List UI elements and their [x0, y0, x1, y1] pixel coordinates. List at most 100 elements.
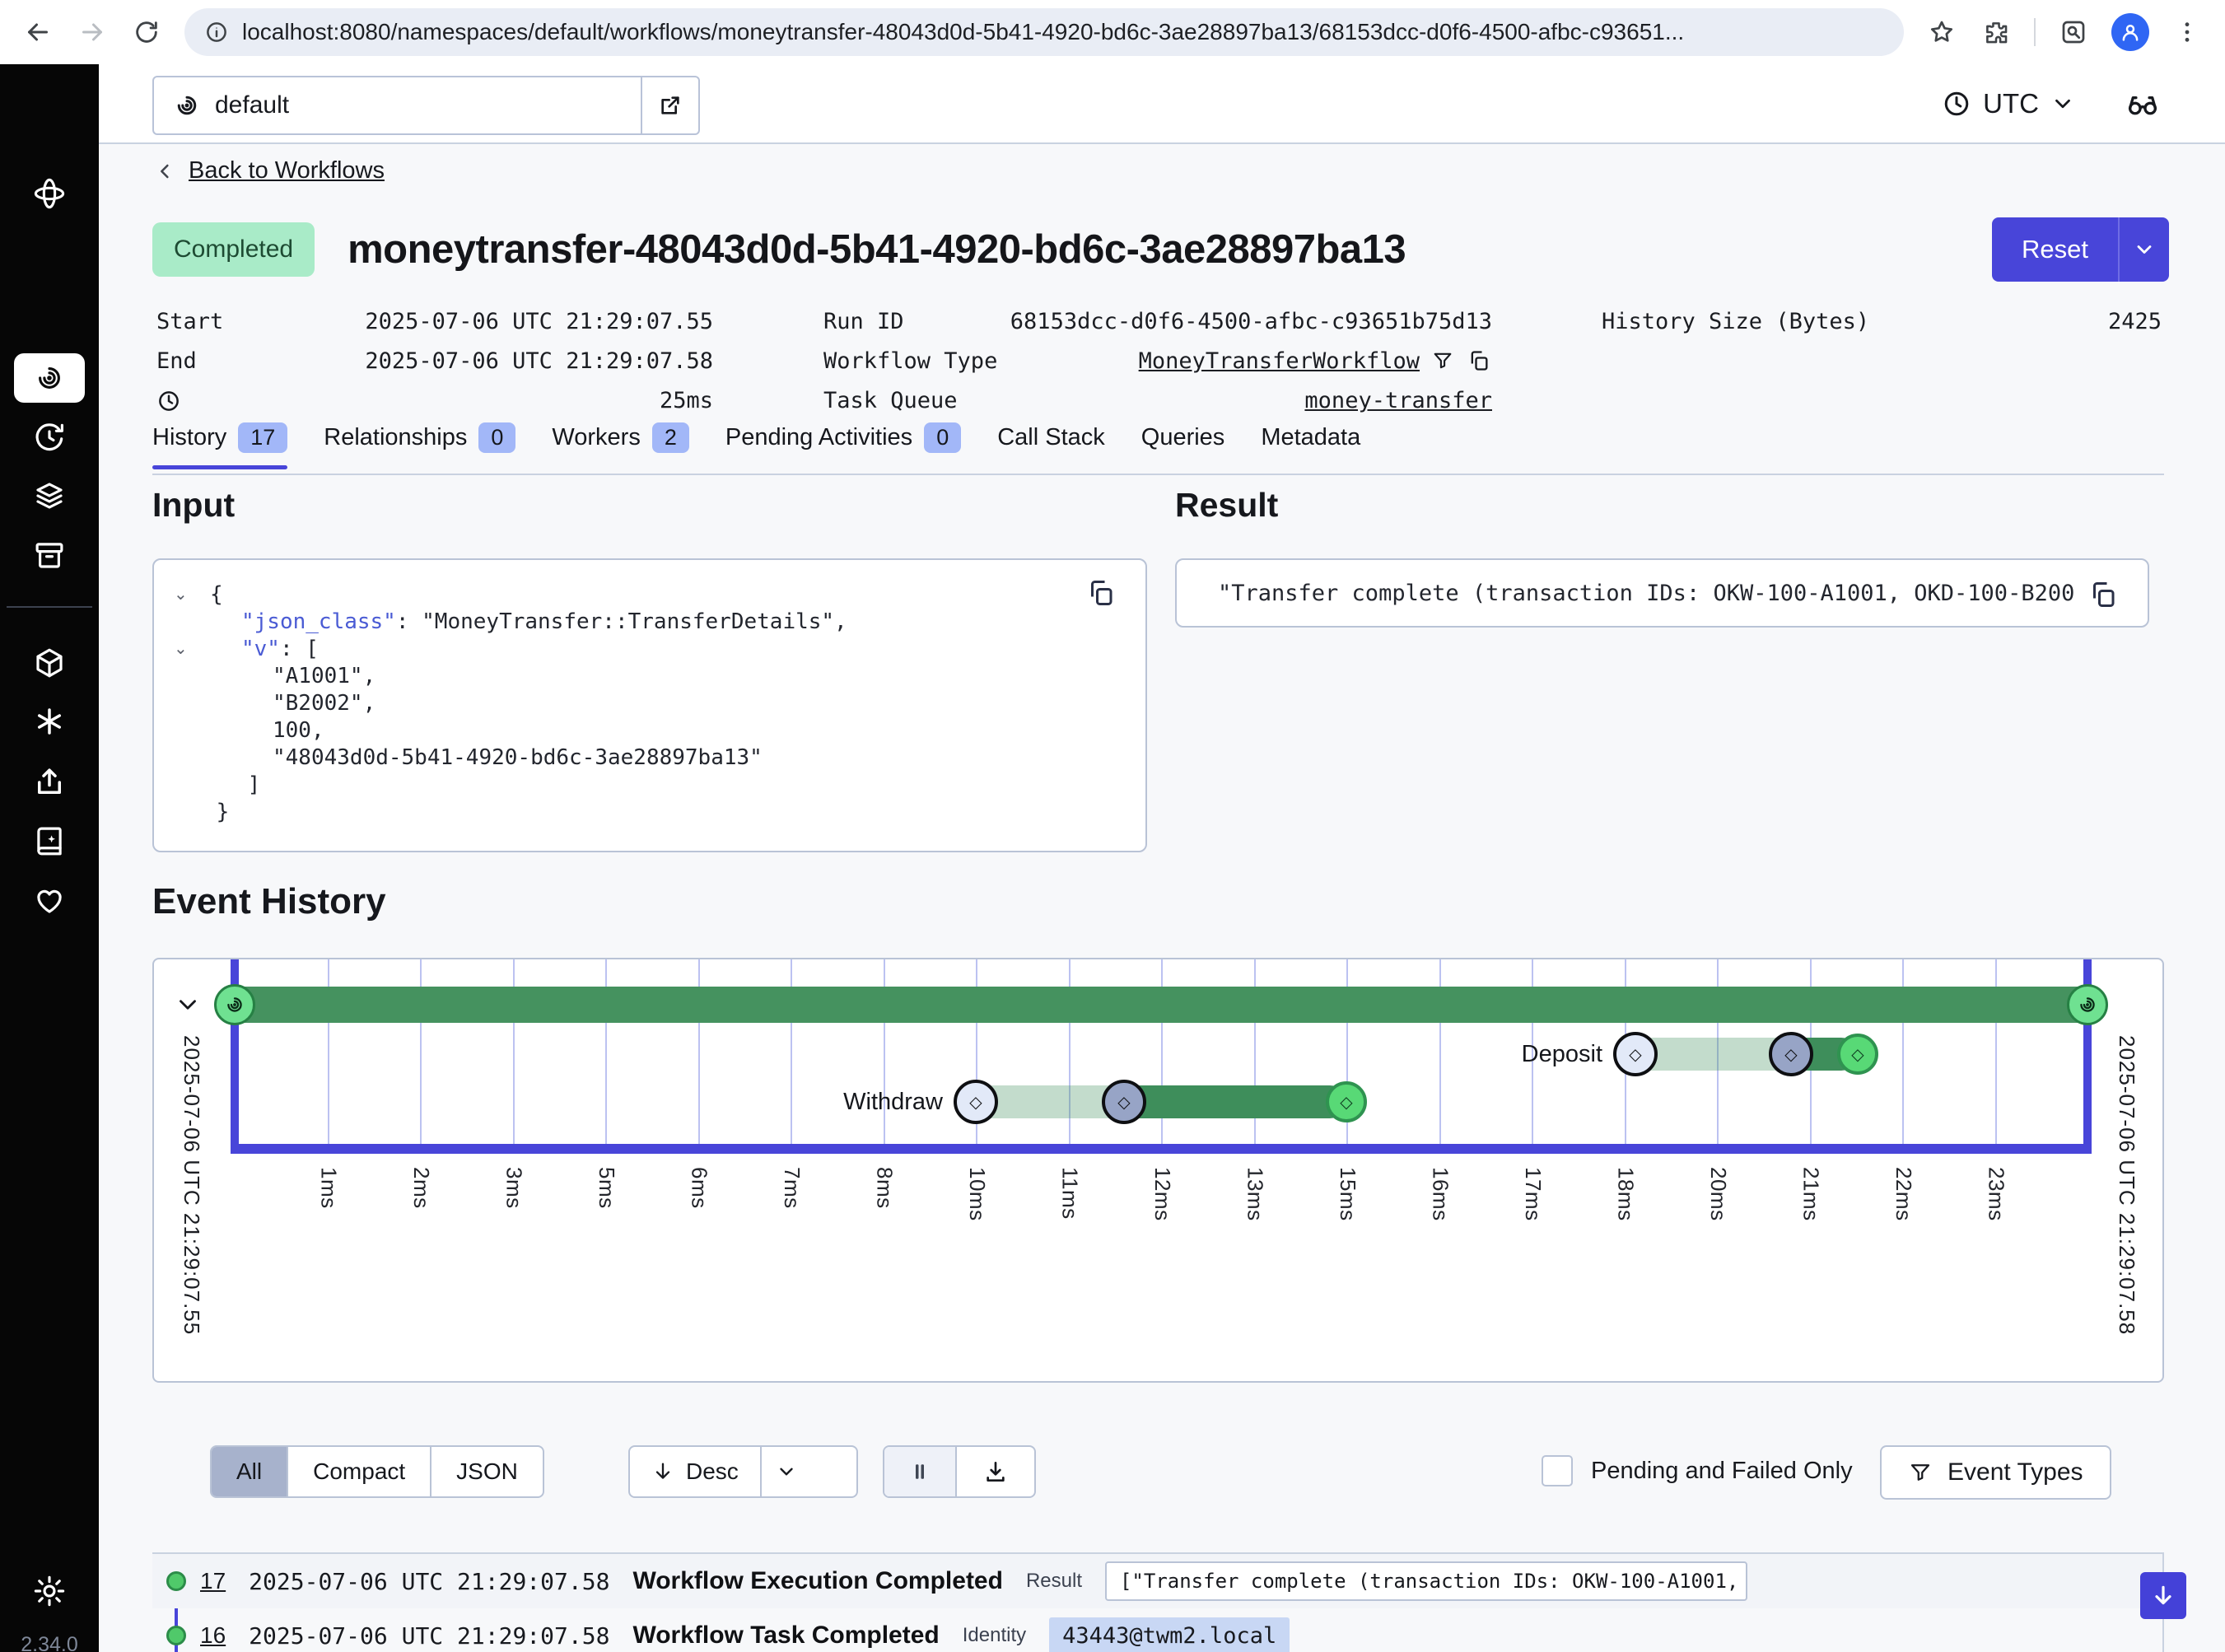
activity-started-marker[interactable]: ◇	[1102, 1080, 1146, 1124]
workflow-end-marker[interactable]	[2067, 984, 2108, 1025]
sort-desc-button[interactable]: Desc	[630, 1447, 762, 1496]
sort-control: Desc	[628, 1445, 858, 1498]
toolbar-divider	[2034, 18, 2036, 46]
workflow-type-link[interactable]: MoneyTransferWorkflow	[1139, 342, 1420, 381]
browser-forward-icon[interactable]	[76, 16, 109, 49]
filter-icon[interactable]	[1431, 349, 1456, 374]
event-history-timeline: Deposit◇◇◇Withdraw◇◇◇1ms2ms3ms5ms6ms7ms8…	[152, 958, 2164, 1383]
timeline-tick-label: 7ms	[779, 1167, 805, 1209]
view-option-compact[interactable]: Compact	[288, 1447, 431, 1496]
reset-dropdown-caret[interactable]	[2118, 217, 2169, 282]
labs-glasses-icon[interactable]	[2125, 86, 2161, 122]
sidebar-archive-icon[interactable]	[0, 532, 99, 578]
temporal-ui-window: localhost:8080/namespaces/default/workfl…	[0, 0, 2225, 1652]
input-panel: ⌄{"json_class": "MoneyTransfer::Transfer…	[152, 558, 1147, 852]
browser-chrome: localhost:8080/namespaces/default/workfl…	[0, 0, 2225, 64]
copy-icon[interactable]	[1467, 349, 1492, 374]
workflow-type-label: Workflow Type	[823, 342, 997, 381]
sidebar-labs-icon[interactable]	[0, 698, 99, 744]
tab-label: Pending Activities	[725, 424, 912, 451]
tab-count-badge: 0	[478, 422, 515, 453]
workflow-start-marker[interactable]	[214, 984, 255, 1025]
collapse-chevron-icon[interactable]: ⌄	[174, 636, 202, 663]
browser-reload-icon[interactable]	[130, 16, 163, 49]
event-detail-label: Result	[1026, 1570, 1082, 1593]
event-name: Workflow Task Completed	[632, 1622, 939, 1650]
json-line: 100,	[174, 717, 1145, 744]
task-queue-link[interactable]: money-transfer	[1304, 388, 1492, 413]
scroll-to-bottom-button[interactable]	[2140, 1572, 2186, 1619]
view-option-all[interactable]: All	[212, 1447, 288, 1496]
event-id-link[interactable]: 17	[200, 1568, 226, 1594]
pending-failed-checkbox[interactable]	[1542, 1455, 1573, 1486]
tab-relationships[interactable]: Relationships 0	[324, 422, 515, 468]
reset-button-label[interactable]: Reset	[1992, 217, 2118, 282]
sidebar-nexus-icon[interactable]	[0, 640, 99, 686]
timeline-tick-label: 20ms	[1705, 1167, 1731, 1221]
temporal-logo[interactable]	[0, 170, 99, 217]
activity-started-marker[interactable]: ◇	[1769, 1032, 1813, 1076]
sidebar-import-icon[interactable]	[0, 759, 99, 805]
sort-dropdown-caret[interactable]	[762, 1447, 811, 1496]
app-version: 2.34.0	[0, 1633, 99, 1652]
tab-history[interactable]: History17	[152, 422, 287, 468]
namespace-external-link-icon[interactable]	[641, 77, 698, 133]
event-id-link[interactable]: 16	[200, 1622, 226, 1649]
pause-button[interactable]	[884, 1447, 957, 1496]
copy-icon[interactable]	[2088, 580, 2118, 609]
event-detail-value: 43443@twm2.local	[1049, 1617, 1290, 1652]
pending-failed-label: Pending and Failed Only	[1591, 1458, 1853, 1485]
address-bar[interactable]: localhost:8080/namespaces/default/workfl…	[184, 8, 1904, 56]
event-row[interactable]: 162025-07-06 UTC 21:29:07.58Workflow Tas…	[152, 1608, 2162, 1652]
tab-metadata[interactable]: Metadata	[1261, 422, 1360, 468]
tab-call-stack[interactable]: Call Stack	[997, 422, 1105, 468]
event-row[interactable]: 172025-07-06 UTC 21:29:07.58Workflow Exe…	[152, 1554, 2162, 1608]
workflow-metadata: Start 2025-07-06 UTC 21:29:07.55 End 202…	[99, 302, 2225, 426]
browser-menu-kebab-icon[interactable]	[2171, 16, 2204, 49]
sidebar-docs-icon[interactable]	[0, 818, 99, 864]
collapse-chevron-icon[interactable]: ⌄	[174, 581, 202, 609]
activity-scheduled-segment	[1635, 1038, 1791, 1071]
timeline-start-datetime: 2025-07-06 UTC 21:29:07.55	[179, 1035, 204, 1335]
event-types-button[interactable]: Event Types	[1880, 1445, 2111, 1500]
timezone-label: UTC	[1983, 88, 2039, 119]
event-status-dot	[166, 1626, 186, 1645]
back-to-workflows-link[interactable]: Back to Workflows	[154, 157, 385, 184]
sidebar-feedback-icon[interactable]	[0, 877, 99, 923]
tab-label: Metadata	[1261, 424, 1360, 451]
profile-avatar[interactable]	[2111, 13, 2149, 51]
input-section-title: Input	[152, 486, 235, 525]
browser-back-icon[interactable]	[21, 16, 54, 49]
timeline-tick-label: 5ms	[594, 1167, 619, 1209]
activity-scheduled-marker[interactable]: ◇	[954, 1080, 998, 1124]
tab-label: Relationships	[324, 424, 467, 451]
timeline-tick-label: 1ms	[316, 1167, 342, 1209]
tab-queries[interactable]: Queries	[1141, 422, 1225, 468]
workflow-span-bar	[235, 987, 2087, 1023]
activity-completed-marker[interactable]: ◇	[1837, 1034, 1878, 1075]
event-list: 172025-07-06 UTC 21:29:07.58Workflow Exe…	[152, 1554, 2164, 1652]
timeline-tick-label: 13ms	[1243, 1167, 1268, 1221]
bookmark-star-icon[interactable]	[1925, 16, 1958, 49]
timezone-selector[interactable]: UTC	[1942, 88, 2075, 119]
sidebar-schedules-icon[interactable]	[0, 414, 99, 460]
sidebar-batch-operations-icon[interactable]	[0, 473, 99, 519]
tabs-divider	[152, 474, 2164, 475]
theme-toggle-sun-icon[interactable]	[0, 1568, 99, 1614]
activity-completed-marker[interactable]: ◇	[1326, 1081, 1367, 1122]
view-option-json[interactable]: JSON	[431, 1447, 543, 1496]
tab-search-icon[interactable]	[2057, 16, 2090, 49]
copy-icon[interactable]	[1086, 578, 1116, 608]
download-button[interactable]	[957, 1447, 1034, 1496]
site-info-icon[interactable]	[204, 20, 229, 44]
timeline-collapse-chevron-icon[interactable]	[174, 991, 202, 1019]
tab-workers[interactable]: Workers2	[552, 422, 688, 468]
tab-pending-activities[interactable]: Pending Activities0	[725, 422, 961, 468]
event-timestamp: 2025-07-06 UTC 21:29:07.58	[249, 1568, 609, 1595]
extensions-icon[interactable]	[1980, 16, 2013, 49]
reset-button[interactable]: Reset	[1992, 217, 2169, 282]
end-label: End	[156, 342, 197, 381]
sidebar-workflows-icon[interactable]	[0, 355, 99, 401]
namespace-selector[interactable]: default	[152, 76, 700, 135]
activity-scheduled-marker[interactable]: ◇	[1613, 1032, 1658, 1076]
